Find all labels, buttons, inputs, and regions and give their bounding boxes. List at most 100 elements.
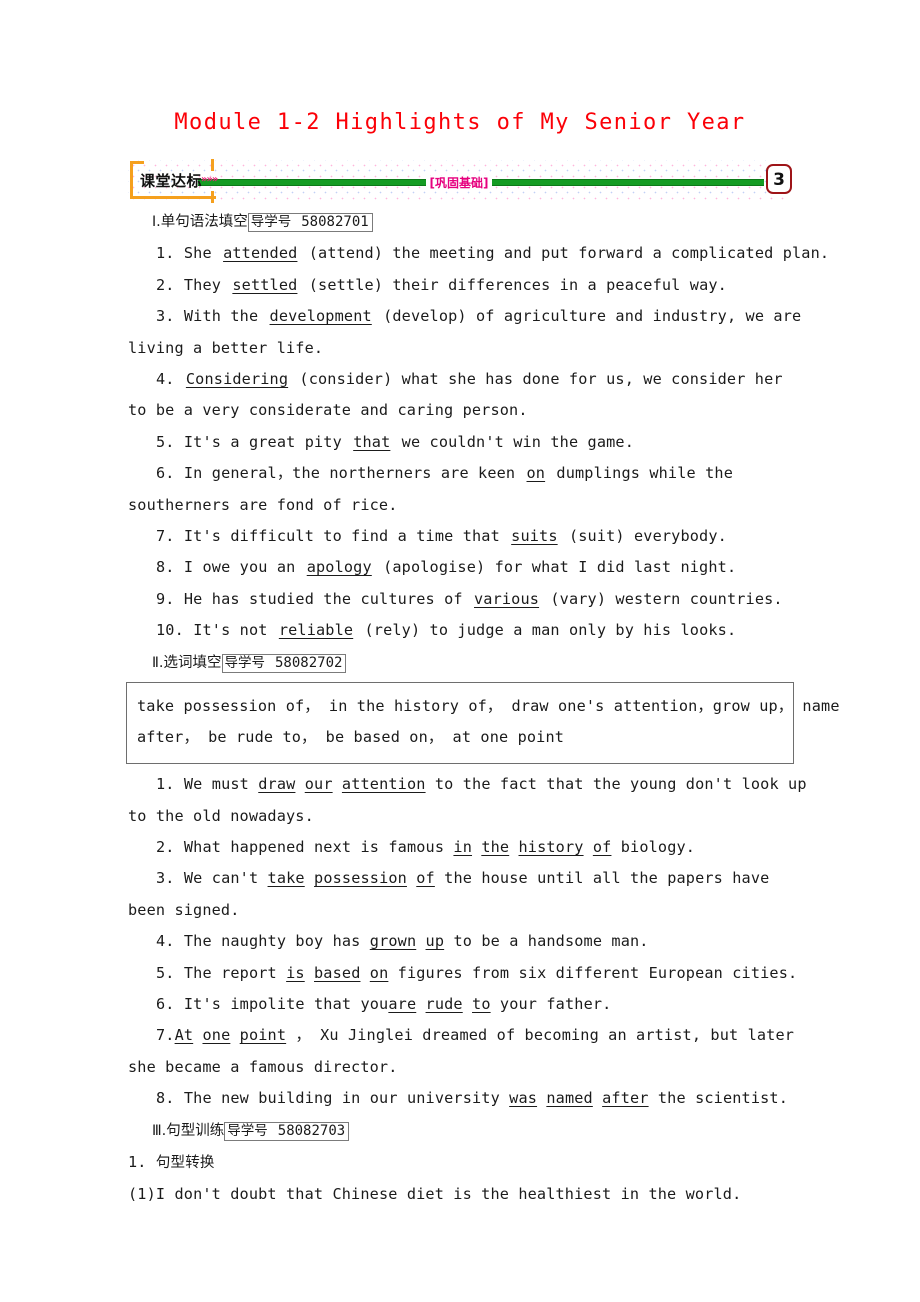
- q-pre: She: [183, 244, 212, 263]
- q-num: 8.: [156, 1089, 175, 1108]
- answer-word: based: [314, 963, 361, 982]
- answer-word: one: [202, 1026, 231, 1045]
- question-item: 7.At one point ， Xu Jinglei dreamed of b…: [0, 1020, 920, 1083]
- subsection-num: 1.: [128, 1152, 147, 1171]
- question-item: 3. With the development (develop) of agr…: [0, 301, 920, 364]
- section-banner: 课堂达标 »»» [巩固基础] 3: [128, 159, 792, 203]
- question-item: 1. We must draw our attention to the fac…: [0, 769, 920, 832]
- q-num: 5.: [156, 432, 175, 451]
- answer-word: are: [388, 994, 417, 1013]
- answer-word: rude: [425, 994, 463, 1013]
- answer-word: possession: [314, 869, 407, 888]
- question-item: 6. In general，the northerners are keen o…: [0, 458, 920, 521]
- answer-word: after: [602, 1089, 649, 1108]
- q-post: (apologise) for what I did last night.: [383, 558, 737, 577]
- q-num: 6.: [156, 464, 175, 483]
- q-answer: are rude to: [388, 995, 490, 1013]
- q-answer: take possession of: [268, 869, 435, 887]
- q-num: 6.: [156, 994, 175, 1013]
- section-number-badge: 3: [766, 164, 792, 194]
- banner-center-label: [巩固基础]: [426, 176, 493, 190]
- answer-word: up: [425, 932, 445, 951]
- question-item: 7. It's difficult to find a time that su…: [0, 521, 920, 552]
- section-heading-3: Ⅲ.句型训练 导学号 58082703: [0, 1115, 920, 1147]
- question-item: 6. It's impolite that youare rude to you…: [0, 989, 920, 1020]
- q-pre: It's not: [193, 621, 268, 640]
- study-code-box-3: 导学号 58082703: [224, 1121, 350, 1141]
- question-item: 3. We can't take possession of the house…: [0, 863, 920, 926]
- item-num: (1): [128, 1185, 156, 1204]
- section-roman-3: Ⅲ: [152, 1122, 162, 1139]
- q-num: 2.: [156, 275, 175, 294]
- question-item: 8. The new building in our university wa…: [0, 1083, 920, 1114]
- q-post: your father.: [499, 994, 612, 1013]
- study-code-number-3: 58082703: [277, 1122, 346, 1139]
- q-num: 3.: [156, 307, 175, 326]
- item-text: I don't doubt that Chinese diet is the h…: [155, 1185, 742, 1204]
- sentence-item: (1)I don't doubt that Chinese diet is th…: [0, 1179, 920, 1210]
- q-answer: settled: [232, 275, 298, 294]
- answer-word: named: [546, 1089, 593, 1108]
- q-pre: With the: [183, 307, 259, 326]
- q-pre: In general，the northerners are keen: [183, 464, 516, 483]
- answer-word: point: [239, 1026, 287, 1045]
- q-num: 10.: [156, 621, 184, 640]
- question-item: 10. It's not reliable (rely) to judge a …: [0, 615, 920, 646]
- q-pre: I owe you an: [183, 558, 296, 577]
- q-post: figures from six different European citi…: [397, 963, 798, 982]
- q-num: 3.: [156, 869, 175, 888]
- q-answer: is based on: [286, 964, 388, 982]
- study-code-label-2: 导学号: [224, 654, 266, 671]
- q-post: (settle) their differences in a peaceful…: [308, 275, 727, 294]
- q-num: 4.: [156, 370, 175, 389]
- answer-word: of: [592, 837, 612, 856]
- banner-bracket-corner-top: [211, 159, 214, 171]
- answer-word: draw: [258, 775, 296, 794]
- word-bank-box: take possession of， in the history of， d…: [126, 682, 839, 765]
- q-answer: grown up: [370, 932, 444, 950]
- answer-word: to: [472, 994, 491, 1013]
- study-code-label-1: 导学号: [250, 214, 292, 230]
- q-num: 1.: [156, 775, 175, 794]
- q-pre: It's difficult to find a time that: [183, 527, 500, 546]
- answer-word: grown: [369, 932, 417, 951]
- q-num: 7.: [156, 527, 175, 546]
- q-num: 1.: [156, 244, 175, 263]
- section-heading-2: Ⅱ.选词填空 导学号 58082702: [0, 647, 920, 679]
- q-answer: various: [474, 589, 540, 608]
- q-num: 9.: [156, 589, 175, 608]
- study-code-box-1: 导学号 58082701: [247, 213, 373, 232]
- q-num: 7.: [156, 1026, 175, 1045]
- answer-word: was: [509, 1089, 538, 1108]
- q-num: 5.: [156, 963, 175, 982]
- q-post: biology.: [620, 837, 696, 856]
- q-pre: It's a great pity: [183, 432, 342, 451]
- page-title: Module 1-2 Highlights of My Senior Year: [174, 110, 746, 135]
- q-post: to be a handsome man.: [453, 932, 649, 951]
- q-answer: was named after: [509, 1089, 648, 1107]
- word-bank-line: after， be rude to， be based on， at one p…: [137, 728, 565, 747]
- study-code-number-1: 58082701: [301, 214, 369, 230]
- banner-center-label-wrap: [巩固基础]: [128, 172, 790, 191]
- answer-word: on: [369, 963, 389, 982]
- answer-word: is: [286, 963, 305, 982]
- question-item: 8. I owe you an apology (apologise) for …: [0, 552, 920, 583]
- question-item: 5. It's a great pity that we couldn't wi…: [0, 427, 920, 458]
- q-pre: We must: [183, 775, 249, 794]
- question-item: 5. The report is based on figures from s…: [0, 958, 920, 989]
- worksheet-page: Module 1-2 Highlights of My Senior Year …: [0, 0, 920, 1302]
- q-pre: The report: [183, 963, 277, 982]
- q-answer: attended: [223, 244, 298, 263]
- section-title-2: 选词填空: [163, 654, 222, 671]
- q-num: 8.: [156, 558, 175, 577]
- q-pre: The new building in our university: [183, 1089, 500, 1108]
- question-item: 9. He has studied the cultures of variou…: [0, 584, 920, 615]
- study-code-number-2: 58082702: [275, 654, 343, 671]
- worksheet-content: Ⅰ.单句语法填空 导学号 58082701 1. She attended (att…: [0, 206, 920, 1211]
- q-pre: What happened next is famous: [183, 837, 445, 856]
- q-answer: in the history of: [453, 838, 611, 856]
- answer-word: in: [453, 837, 473, 856]
- study-code-box-2: 导学号 58082702: [221, 653, 347, 673]
- q-answer: apology: [306, 558, 372, 577]
- question-item: 4. The naughty boy has grown up to be a …: [0, 926, 920, 957]
